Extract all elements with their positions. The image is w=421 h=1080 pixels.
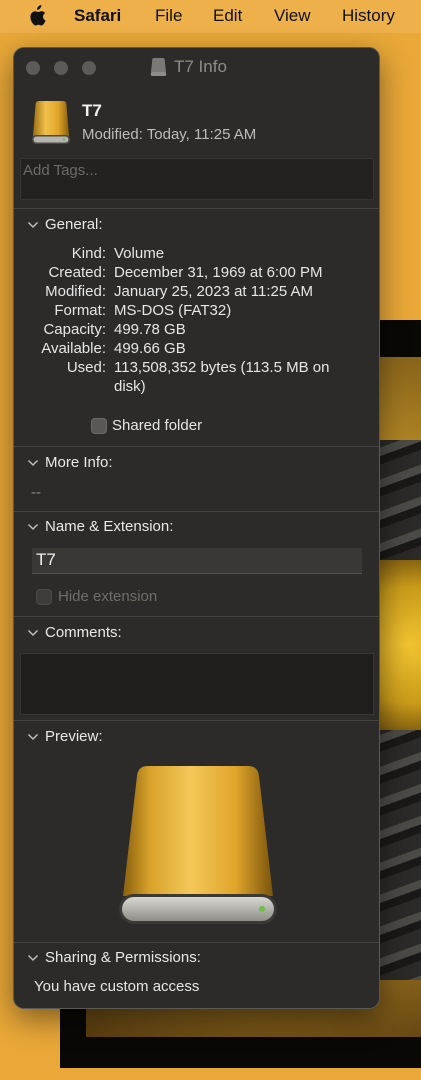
divider bbox=[14, 208, 379, 209]
more-info-value: -- bbox=[31, 484, 41, 501]
divider bbox=[14, 942, 379, 943]
section-comments-label: Comments: bbox=[45, 624, 122, 641]
menu-view[interactable]: View bbox=[274, 6, 311, 26]
item-modified: Modified: Today, 11:25 AM bbox=[82, 126, 257, 143]
menu-file[interactable]: File bbox=[155, 6, 182, 26]
general-key: Capacity: bbox=[43, 321, 106, 338]
chevron-down-icon[interactable] bbox=[27, 459, 39, 467]
section-name-extension-label: Name & Extension: bbox=[45, 518, 174, 535]
general-value: MS-DOS (FAT32) bbox=[114, 302, 232, 319]
external-drive-preview-icon bbox=[119, 766, 277, 924]
item-name: T7 bbox=[82, 101, 102, 120]
menu-app-safari[interactable]: Safari bbox=[74, 6, 121, 26]
divider bbox=[14, 511, 379, 512]
general-key: Created: bbox=[48, 264, 106, 281]
general-value: 113,508,352 bytes (113.5 MB on disk) bbox=[114, 359, 330, 395]
general-key: Used: bbox=[66, 359, 106, 376]
general-value: January 25, 2023 at 11:25 AM bbox=[114, 283, 314, 300]
general-key: Modified: bbox=[45, 283, 106, 300]
hide-extension-label: Hide extension bbox=[58, 588, 158, 605]
section-general-header[interactable]: General: bbox=[27, 216, 103, 233]
close-button[interactable] bbox=[26, 61, 40, 75]
general-key: Kind: bbox=[71, 245, 106, 262]
chevron-down-icon[interactable] bbox=[27, 733, 39, 741]
chevron-down-icon[interactable] bbox=[27, 523, 39, 531]
section-sharing-header[interactable]: Sharing & Permissions: bbox=[27, 949, 201, 966]
external-drive-icon bbox=[32, 101, 70, 144]
section-general-label: General: bbox=[45, 216, 103, 233]
hide-extension-checkbox[interactable] bbox=[36, 589, 52, 605]
shared-folder-checkbox[interactable] bbox=[91, 418, 107, 434]
section-comments-header[interactable]: Comments: bbox=[27, 624, 122, 641]
general-value: 499.66 GB bbox=[114, 340, 186, 357]
section-more-info-label: More Info: bbox=[45, 454, 113, 471]
window-title: T7 Info bbox=[150, 57, 227, 77]
apple-logo-icon[interactable] bbox=[27, 5, 47, 27]
general-value: December 31, 1969 at 6:00 PM bbox=[114, 264, 323, 281]
zoom-button[interactable] bbox=[82, 61, 96, 75]
general-key: Available: bbox=[41, 340, 106, 357]
chevron-down-icon[interactable] bbox=[27, 629, 39, 637]
chevron-down-icon[interactable] bbox=[27, 221, 39, 229]
divider bbox=[14, 616, 379, 617]
section-more-info-header[interactable]: More Info: bbox=[27, 454, 113, 471]
title-bar[interactable]: T7 Info bbox=[14, 48, 379, 88]
general-value: Volume bbox=[114, 245, 165, 262]
info-window: T7 Info T7 Modified: Today, 11:25 AM Add… bbox=[13, 47, 380, 1009]
drive-icon bbox=[150, 58, 167, 76]
tags-field[interactable]: Add Tags... bbox=[20, 158, 374, 200]
section-name-extension-header[interactable]: Name & Extension: bbox=[27, 518, 173, 535]
general-value: 499.78 GB bbox=[114, 321, 186, 338]
minimize-button[interactable] bbox=[54, 61, 68, 75]
section-preview-header[interactable]: Preview: bbox=[27, 728, 103, 745]
shared-folder-label: Shared folder bbox=[112, 417, 203, 434]
menu-bar: Safari File Edit View History bbox=[0, 0, 421, 33]
menu-edit[interactable]: Edit bbox=[213, 6, 242, 26]
general-key: Format: bbox=[54, 302, 106, 319]
menu-history[interactable]: History bbox=[342, 6, 395, 26]
info-header: T7 Modified: Today, 11:25 AM bbox=[14, 88, 379, 158]
chevron-down-icon[interactable] bbox=[27, 954, 39, 962]
section-sharing-label: Sharing & Permissions: bbox=[45, 949, 201, 966]
name-input[interactable]: T7 bbox=[32, 548, 362, 574]
divider bbox=[14, 720, 379, 721]
comments-textarea[interactable] bbox=[20, 653, 374, 715]
divider bbox=[14, 446, 379, 447]
window-title-text: T7 Info bbox=[174, 57, 227, 76]
sharing-access-text: You have custom access bbox=[34, 978, 200, 995]
section-preview-label: Preview: bbox=[45, 728, 103, 745]
